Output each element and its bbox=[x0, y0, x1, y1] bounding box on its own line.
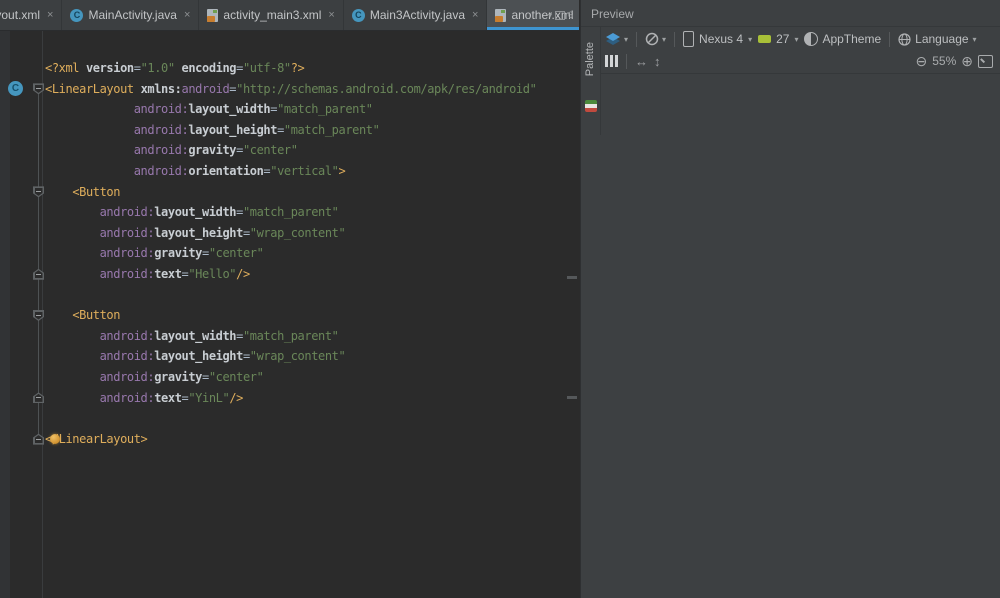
close-icon[interactable]: × bbox=[472, 9, 478, 21]
code-line: android:orientation="vertical"> bbox=[133, 163, 346, 178]
code-line: android:layout_height="wrap_content" bbox=[99, 349, 346, 364]
preview-panel: Preview Palette ▾ ▾ Nexus 4 ▾ 27 ▾ AppTh… bbox=[580, 0, 1000, 598]
device-icon bbox=[683, 31, 695, 47]
chevron-down-icon: ▾ bbox=[547, 10, 552, 20]
divider bbox=[626, 53, 627, 69]
chevron-down-icon: ▾ bbox=[972, 34, 977, 44]
tab-MainActivity.java[interactable]: C MainActivity.java × bbox=[62, 0, 200, 30]
horizontal-resize-icon[interactable]: ↔ bbox=[635, 54, 648, 69]
chevron-down-icon: ▾ bbox=[624, 34, 629, 44]
preview-panel-title: Preview bbox=[591, 7, 634, 21]
hidden-tabs-dropdown[interactable]: ▾ 6 bbox=[542, 0, 579, 30]
xml-file-icon bbox=[207, 8, 219, 22]
fold-end-marker[interactable] bbox=[33, 268, 44, 280]
code-line: android:layout_height="match_parent" bbox=[133, 122, 380, 137]
zoom-in-button[interactable]: ⊕ bbox=[961, 53, 973, 70]
theme-icon bbox=[804, 32, 819, 46]
close-icon[interactable]: × bbox=[184, 9, 190, 21]
code-line: android:layout_width="match_parent" bbox=[99, 205, 339, 220]
fold-start-marker[interactable] bbox=[33, 83, 44, 95]
configuration-selector-button[interactable]: ▾ bbox=[645, 32, 666, 46]
tab-list-icon bbox=[554, 10, 565, 20]
theme-label: AppTheme bbox=[822, 32, 882, 46]
scrollbar-mark bbox=[567, 396, 577, 399]
tab-activity_main3.xml[interactable]: activity_main3.xml × bbox=[199, 0, 344, 30]
fold-start-marker[interactable] bbox=[33, 310, 44, 321]
divider bbox=[600, 73, 1000, 74]
divider bbox=[636, 31, 638, 47]
fold-end-marker[interactable] bbox=[33, 433, 44, 445]
zoom-to-fit-button[interactable] bbox=[978, 54, 993, 68]
design-columns-button[interactable] bbox=[605, 55, 618, 67]
preview-toolbar-row2: ↔ ↕ ⊖ 55% ⊕ bbox=[605, 50, 1000, 72]
divider bbox=[581, 26, 1000, 27]
chevron-down-icon: ▾ bbox=[794, 34, 799, 44]
tab-layout.xml[interactable]: layout.xml × bbox=[0, 0, 63, 30]
palette-icon[interactable] bbox=[585, 100, 597, 112]
chevron-down-icon: ▾ bbox=[748, 34, 753, 44]
zoom-out-button[interactable]: ⊖ bbox=[916, 53, 928, 70]
java-class-icon: C bbox=[70, 8, 84, 22]
theme-selector[interactable]: AppTheme bbox=[804, 32, 881, 46]
close-icon[interactable]: × bbox=[47, 9, 53, 21]
chevron-down-icon: ▾ bbox=[662, 34, 667, 44]
layers-icon bbox=[606, 33, 620, 45]
code-line: <LinearLayout xmlns:android="http://sche… bbox=[45, 81, 537, 96]
code-line: android:gravity="center" bbox=[99, 246, 264, 261]
code-line: <Button bbox=[72, 184, 121, 199]
variant-selector-button[interactable]: ▾ bbox=[605, 32, 628, 46]
divider bbox=[674, 31, 676, 47]
api-level-label: 27 bbox=[776, 32, 790, 46]
device-selector[interactable]: Nexus 4 ▾ bbox=[683, 31, 752, 47]
device-selector-label: Nexus 4 bbox=[699, 32, 744, 46]
close-icon[interactable]: × bbox=[328, 9, 334, 21]
android-studio-window: C <?xml version="1.0" encoding="utf-8"?>… bbox=[0, 0, 1000, 598]
code-line: android:gravity="center" bbox=[133, 143, 298, 158]
code-line: android:layout_height="wrap_content" bbox=[99, 225, 346, 240]
code-line: android:layout_width="match_parent" bbox=[133, 102, 373, 117]
no-activity-icon bbox=[645, 32, 659, 46]
fold-start-marker[interactable] bbox=[33, 186, 44, 198]
preview-toolbar-row1: ▾ ▾ Nexus 4 ▾ 27 ▾ AppTheme Language ▾ bbox=[605, 28, 1000, 50]
tab-label: layout.xml bbox=[0, 8, 41, 22]
language-label: Language bbox=[915, 32, 969, 46]
fold-end-marker[interactable] bbox=[33, 392, 44, 404]
globe-icon bbox=[898, 32, 911, 46]
intention-bulb-icon[interactable] bbox=[50, 434, 60, 444]
tab-label: Main3Activity.java bbox=[369, 8, 466, 22]
xml-source-code[interactable]: <?xml version="1.0" encoding="utf-8"?> <L… bbox=[45, 58, 570, 449]
code-line: android:gravity="center" bbox=[99, 369, 264, 384]
vertical-resize-icon[interactable]: ↕ bbox=[654, 54, 661, 69]
code-line: android:layout_width="match_parent" bbox=[99, 328, 339, 343]
divider bbox=[889, 31, 891, 47]
xml-file-icon bbox=[495, 8, 507, 22]
palette-tab-label: Palette bbox=[584, 41, 596, 77]
editor-tab-bar: layout.xml×CMainActivity.java×activity_m… bbox=[0, 0, 579, 31]
palette-tab[interactable]: Palette bbox=[581, 28, 599, 90]
java-class-icon: C bbox=[351, 8, 365, 22]
code-line: <?xml version="1.0" encoding="utf-8"?> bbox=[45, 61, 305, 75]
tab-Main3Activity.java[interactable]: C Main3Activity.java × bbox=[344, 0, 488, 30]
fold-guide-line bbox=[38, 88, 39, 440]
code-line: <Button bbox=[72, 308, 121, 323]
code-line: android:text="Hello"/> bbox=[99, 266, 251, 281]
scrollbar-mark bbox=[567, 276, 577, 279]
language-selector[interactable]: Language ▾ bbox=[898, 32, 977, 46]
zoom-level: 55% bbox=[932, 54, 957, 68]
code-line: </LinearLayout> bbox=[45, 431, 148, 446]
tab-label: MainActivity.java bbox=[88, 8, 177, 22]
hidden-tabs-count: 6 bbox=[567, 10, 573, 20]
divider bbox=[600, 27, 601, 135]
code-line: android:text="YinL"/> bbox=[99, 390, 244, 405]
api-level-icon bbox=[758, 35, 772, 43]
api-level-selector[interactable]: 27 ▾ bbox=[758, 32, 798, 46]
tab-label: activity_main3.xml bbox=[223, 8, 322, 22]
